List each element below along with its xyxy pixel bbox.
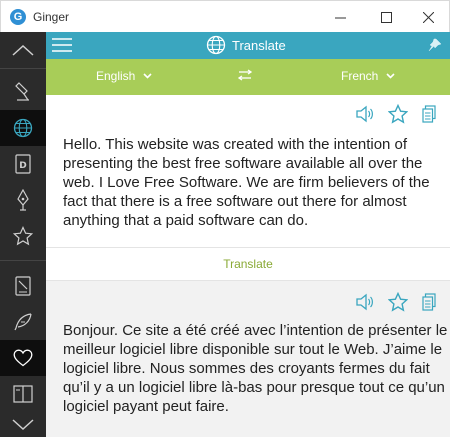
sidebar-item-support[interactable]	[0, 340, 46, 376]
sidebar: D	[0, 32, 46, 437]
translate-bar: Translate	[46, 247, 450, 281]
source-language-select[interactable]: English	[96, 69, 152, 83]
target-language-select[interactable]: French	[341, 69, 395, 83]
source-text-panel: Hello. This website was created with the…	[46, 95, 450, 247]
copy-icon[interactable]	[422, 105, 436, 123]
translation-actions	[356, 292, 436, 312]
heart-icon	[13, 349, 33, 367]
copy-icon[interactable]	[422, 293, 436, 311]
star-icon	[13, 226, 33, 246]
minimize-button[interactable]	[317, 1, 363, 33]
feather-icon	[13, 312, 33, 332]
window-title: Ginger	[33, 10, 70, 24]
sidebar-item-dictionary[interactable]: D	[0, 146, 46, 182]
page-title: Translate	[232, 37, 286, 53]
header-title-group: Translate	[206, 35, 286, 55]
hamburger-menu-icon	[52, 37, 72, 53]
sidebar-expand-button[interactable]	[0, 412, 46, 437]
sidebar-item-notebook[interactable]	[0, 268, 46, 304]
maximize-icon	[380, 11, 392, 23]
title-bar: G Ginger	[0, 0, 450, 32]
pen-icon	[15, 82, 31, 102]
expand-chevron-icon	[12, 418, 34, 431]
book-icon	[13, 385, 33, 403]
close-icon	[422, 11, 434, 23]
sidebar-item-writing[interactable]	[0, 304, 46, 340]
source-text[interactable]: Hello. This website was created with the…	[63, 135, 448, 230]
close-button[interactable]	[405, 1, 450, 33]
star-icon[interactable]	[388, 104, 408, 124]
language-bar: English French	[46, 59, 450, 95]
sidebar-item-favorites[interactable]	[0, 218, 46, 254]
header-bar: Translate	[46, 32, 450, 59]
swap-arrows-icon	[238, 69, 252, 81]
star-icon[interactable]	[388, 292, 408, 312]
source-language-label: English	[96, 69, 136, 83]
minimize-icon	[334, 12, 346, 23]
speaker-icon[interactable]	[356, 293, 374, 311]
collapse-chevron-icon	[12, 44, 34, 56]
pin-icon	[428, 38, 442, 52]
sidebar-item-rephrase[interactable]	[0, 74, 46, 110]
globe-icon	[13, 118, 33, 138]
swap-languages-button[interactable]	[238, 69, 252, 81]
translation-panel: Bonjour. Ce site a été créé avec l’inten…	[46, 281, 450, 437]
sidebar-item-personal-trainer[interactable]	[0, 182, 46, 218]
source-actions	[356, 104, 436, 124]
sidebar-item-library[interactable]	[0, 376, 46, 412]
chevron-down-icon	[143, 73, 152, 79]
sidebar-collapse-button[interactable]	[0, 32, 46, 68]
notebook-icon	[15, 276, 31, 296]
fountain-pen-icon	[16, 189, 30, 211]
target-language-label: French	[341, 69, 379, 83]
pin-button[interactable]	[428, 38, 442, 52]
sidebar-item-translate[interactable]	[0, 110, 46, 146]
dictionary-icon: D	[15, 154, 31, 174]
globe-icon	[206, 35, 226, 55]
chevron-down-icon	[386, 73, 395, 79]
translated-text[interactable]: Bonjour. Ce site a été créé avec l’inten…	[63, 321, 448, 416]
svg-text:D: D	[19, 161, 26, 171]
speaker-icon[interactable]	[356, 105, 374, 123]
translate-button[interactable]: Translate	[46, 248, 450, 281]
maximize-button[interactable]	[363, 1, 409, 33]
app-logo: G	[10, 9, 26, 25]
menu-button[interactable]	[52, 37, 72, 53]
